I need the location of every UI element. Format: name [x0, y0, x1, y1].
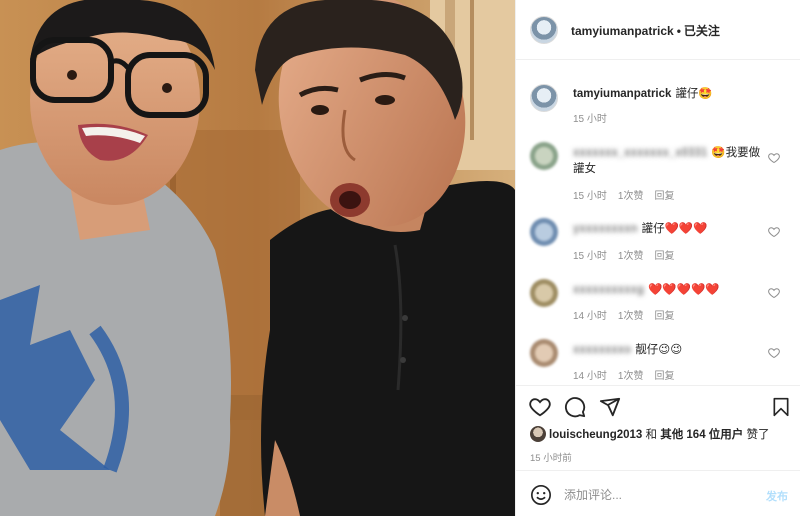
- comment-like-count[interactable]: 1次赞: [618, 311, 644, 322]
- reply-button[interactable]: 回复: [654, 311, 674, 322]
- action-bar: [516, 385, 800, 425]
- comment-text: 讙仔❤️❤️❤️: [641, 223, 708, 235]
- commenter-avatar[interactable]: [530, 142, 558, 170]
- comment-body: xxxxxxxxxxg ❤️❤️❤️❤️❤️: [573, 282, 763, 298]
- author-avatar[interactable]: [530, 16, 558, 44]
- post-comment-button[interactable]: 发布: [766, 488, 788, 504]
- comment-body: xxxxxxxxo 靓仔😉😉: [573, 342, 763, 358]
- commenter-name-blurred[interactable]: xxxxxxxxxxg: [573, 282, 644, 298]
- reply-button[interactable]: 回复: [654, 191, 674, 202]
- add-comment-bar: 发布: [516, 470, 800, 516]
- comment-like-count[interactable]: 1次赞: [618, 371, 644, 382]
- commenter-avatar[interactable]: [530, 218, 558, 246]
- commenter-name-blurred[interactable]: xxxxxxx_xxxxxxx_x0331: [573, 145, 707, 161]
- caption-time: 15 小时: [573, 114, 607, 125]
- comment-body: xxxxxxx_xxxxxxx_x0331 🤩我要做讙女: [573, 145, 763, 177]
- photo-illustration: [0, 0, 515, 516]
- comment-icon[interactable]: [564, 396, 586, 418]
- author-username[interactable]: tamyiumanpatrick: [571, 24, 674, 38]
- likes-others[interactable]: 其他 164 位用户: [660, 429, 743, 441]
- comment-text: 靓仔😉😉: [635, 344, 683, 356]
- reply-button[interactable]: 回复: [654, 371, 674, 382]
- comment-item: xxxxxxxxxxg ❤️❤️❤️❤️❤️ 14 小时 1次赞 回复: [516, 279, 800, 325]
- post-side-panel: tamyiumanpatrick • 已关注 tamyiumanpatrick 讙仔🤩…: [515, 0, 800, 516]
- commenter-name-blurred[interactable]: yxxxxxxxxn: [573, 221, 638, 237]
- comment-heart-icon[interactable]: [768, 152, 780, 164]
- likes-summary: louischeung2013 和 其他 164 位用户 赞了: [530, 426, 770, 442]
- comment-body: yxxxxxxxxn 讙仔❤️❤️❤️: [573, 221, 763, 237]
- liker-username[interactable]: louischeung2013: [549, 429, 642, 441]
- emoji-icon[interactable]: [530, 484, 552, 506]
- comment-like-count[interactable]: 1次赞: [618, 251, 644, 262]
- comment-item: yxxxxxxxxn 讙仔❤️❤️❤️ 15 小时 1次赞 回复: [516, 218, 800, 264]
- likes-connector: 和: [645, 429, 658, 441]
- heart-icon[interactable]: [529, 396, 551, 418]
- comment-meta: 15 小时 1次赞 回复: [573, 247, 685, 262]
- comment-time: 15 小时: [573, 251, 607, 262]
- author-line: tamyiumanpatrick • 已关注: [571, 22, 720, 39]
- follow-status-button[interactable]: 已关注: [684, 24, 720, 38]
- liker-avatar[interactable]: [530, 426, 546, 442]
- comment-meta: 14 小时 1次赞 回复: [573, 367, 685, 382]
- comment-like-count[interactable]: 1次赞: [618, 191, 644, 202]
- comment-meta: 15 小时 1次赞 回复: [573, 187, 685, 202]
- comment-time: 15 小时: [573, 191, 607, 202]
- commenter-avatar[interactable]: [530, 279, 558, 307]
- caption-avatar[interactable]: [530, 84, 558, 112]
- post-header: tamyiumanpatrick • 已关注: [516, 0, 800, 60]
- separator-dot: •: [676, 24, 681, 38]
- post-timestamp: 15 小时前: [530, 453, 572, 464]
- share-icon[interactable]: [599, 396, 621, 418]
- comment-input[interactable]: [562, 483, 756, 507]
- comment-item: xxxxxxx_xxxxxxx_x0331 🤩我要做讙女 15 小时 1次赞 回复: [516, 142, 800, 202]
- comment-time: 14 小时: [573, 371, 607, 382]
- comment-heart-icon[interactable]: [768, 287, 780, 299]
- comment-time: 14 小时: [573, 311, 607, 322]
- comment-item: xxxxxxxxo 靓仔😉😉 14 小时 1次赞 回复: [516, 339, 800, 385]
- caption-text: 讙仔🤩: [675, 88, 713, 100]
- likes-tail: 赞了: [746, 429, 770, 441]
- reply-button[interactable]: 回复: [654, 251, 674, 262]
- commenter-avatar[interactable]: [530, 339, 558, 367]
- comment-text: ❤️❤️❤️❤️❤️: [647, 284, 720, 296]
- comment-heart-icon[interactable]: [768, 347, 780, 359]
- post-photo: [0, 0, 515, 516]
- caption-line: tamyiumanpatrick 讙仔🤩: [573, 85, 713, 101]
- commenter-name-blurred[interactable]: xxxxxxxxo: [573, 342, 631, 358]
- caption-username[interactable]: tamyiumanpatrick: [573, 88, 671, 100]
- bookmark-icon[interactable]: [771, 396, 791, 418]
- comment-meta: 14 小时 1次赞 回复: [573, 307, 685, 322]
- comment-heart-icon[interactable]: [768, 226, 780, 238]
